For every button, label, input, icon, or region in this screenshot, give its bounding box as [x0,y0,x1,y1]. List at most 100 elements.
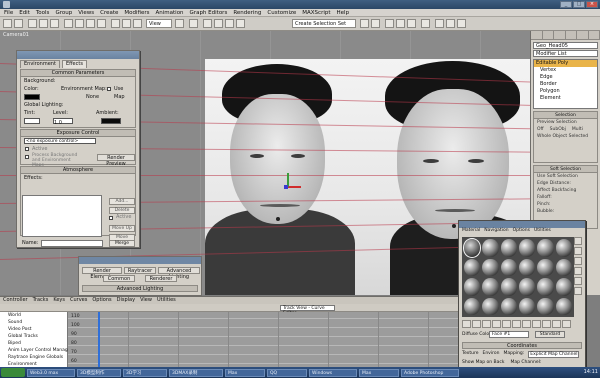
tab-common[interactable]: Common [103,275,135,282]
atmosphere-move-up-button[interactable]: Move Up [109,225,135,232]
process-background-checkbox[interactable] [25,155,29,159]
put-to-library-icon[interactable] [512,320,521,328]
tv-menu-display[interactable]: Display [117,297,135,304]
pinch-spinner[interactable]: Pinch: [534,201,597,208]
minimize-button[interactable]: _ [560,1,572,8]
menu-edit[interactable]: Edit [19,9,30,17]
material-type-button[interactable]: Standard [535,331,565,338]
menu-tools[interactable]: Tools [36,9,50,17]
show-end-result-icon[interactable] [542,320,551,328]
tint-color-swatch[interactable] [24,118,40,124]
taskbar-item[interactable]: 3D模型制作 [77,368,121,377]
snap-toggle-icon[interactable] [203,19,212,28]
taskbar-item[interactable]: Windows [309,368,357,377]
tab-advanced-lighting[interactable]: Advanced Lighting [158,267,200,280]
gizmo-z-axis[interactable] [284,185,288,189]
ambient-color-swatch[interactable] [101,118,121,124]
menu-help[interactable]: Help [337,9,350,17]
stack-item-edge[interactable]: Edge [534,74,597,81]
angle-snap-icon[interactable] [214,19,223,28]
material-sample-slot[interactable] [537,278,554,296]
track-view-curve-area[interactable]: 110 100 90 80 70 60 [68,312,458,368]
render-preview-button[interactable]: Render Preview [97,154,135,167]
backlight-icon[interactable] [574,247,582,255]
mapping-dropdown[interactable]: Explicit Map Channel [528,351,580,358]
utilities-tab-icon[interactable] [589,31,600,39]
tv-menu-controller[interactable]: Controller [3,297,28,304]
render-setup-title[interactable] [79,257,201,264]
put-to-scene-icon[interactable] [472,320,481,328]
mat-menu-navigation[interactable]: Navigation [484,228,508,234]
scale-icon[interactable] [133,19,142,28]
material-sample-slot[interactable] [555,239,572,257]
track-view-name-field[interactable]: Track View - Curve Editor [280,305,335,316]
menu-modifiers[interactable]: Modifiers [124,9,149,17]
menu-group[interactable]: Group [55,9,72,17]
material-sample-slot[interactable] [555,258,572,276]
undo-icon[interactable] [3,19,12,28]
tab-render-elements[interactable]: Render Elements [82,267,122,280]
rendered-frame-window-icon[interactable] [446,19,455,28]
stack-item-border[interactable]: Border [534,81,597,88]
reference-coord-dropdown[interactable]: View [146,19,172,28]
percent-snap-icon[interactable] [225,19,234,28]
unlink-icon[interactable] [39,19,48,28]
make-preview-icon[interactable] [574,287,582,295]
mat-menu-material[interactable]: Material [462,228,480,234]
show-map-icon[interactable] [532,320,541,328]
maximize-button[interactable]: □ [573,1,585,8]
mat-menu-utilities[interactable]: Utilities [534,228,551,234]
material-sample-slot[interactable] [555,278,572,296]
start-button[interactable] [1,368,25,377]
get-material-icon[interactable] [462,320,471,328]
reset-map-icon[interactable] [492,320,501,328]
material-sample-slot[interactable] [482,258,499,276]
menu-graph-editors[interactable]: Graph Editors [190,9,228,17]
assign-material-icon[interactable] [482,320,491,328]
menu-create[interactable]: Create [100,9,118,17]
tv-menu-view[interactable]: View [140,297,152,304]
edge-distance-field[interactable]: Edge Distance: [534,180,597,187]
env-map-button[interactable]: None [86,93,99,101]
tv-menu-utilities[interactable]: Utilities [157,297,176,304]
material-sample-slot[interactable] [519,258,536,276]
go-forward-sibling-icon[interactable] [562,320,571,328]
make-unique-icon[interactable] [502,320,511,328]
bind-space-warp-icon[interactable] [50,19,59,28]
material-editor-icon[interactable] [421,19,430,28]
tree-item[interactable]: Video Post [0,326,67,333]
link-icon[interactable] [28,19,37,28]
render-setup-icon[interactable] [435,19,444,28]
close-button[interactable]: × [586,1,598,8]
schematic-view-icon[interactable] [407,19,416,28]
show-map-on-back-checkbox[interactable]: Show Map on Back [462,360,504,365]
window-crossing-icon[interactable] [97,19,106,28]
taskbar-item[interactable]: 3D学习 [123,368,167,377]
mirror-icon[interactable] [360,19,369,28]
material-sample-slot[interactable] [519,278,536,296]
curve-editor-icon[interactable] [396,19,405,28]
tv-menu-curves[interactable]: Curves [70,297,87,304]
hierarchy-tab-icon[interactable] [554,31,566,39]
taskbar-item[interactable]: QQ [267,368,307,377]
modify-tab-icon[interactable] [543,31,554,39]
select-manipulate-icon[interactable] [189,19,198,28]
sample-type-icon[interactable] [574,237,582,245]
material-sample-slot[interactable] [500,258,517,276]
soft-selection-header[interactable]: Soft Selection [534,166,597,173]
quick-render-icon[interactable] [457,19,466,28]
advanced-lighting-rollout[interactable]: Advanced Lighting [82,285,198,292]
affect-backfacing-checkbox[interactable]: Affect Backfacing [534,187,597,194]
tab-renderer[interactable]: Renderer [145,275,177,282]
common-parameters-header[interactable]: Common Parameters [21,70,135,77]
material-sample-slot[interactable] [464,297,481,315]
stack-item-editable-poly[interactable]: Editable Poly [534,60,597,67]
exposure-active-checkbox[interactable] [25,147,29,151]
material-sample-slot[interactable] [519,297,536,315]
material-sample-slot[interactable] [464,278,481,296]
atmosphere-delete-button[interactable]: Delete [109,207,135,214]
tab-effects[interactable]: Effects [61,60,87,68]
tv-menu-keys[interactable]: Keys [53,297,65,304]
taskbar-item[interactable]: Web3.0 max [27,368,75,377]
material-sample-slot[interactable] [482,297,499,315]
